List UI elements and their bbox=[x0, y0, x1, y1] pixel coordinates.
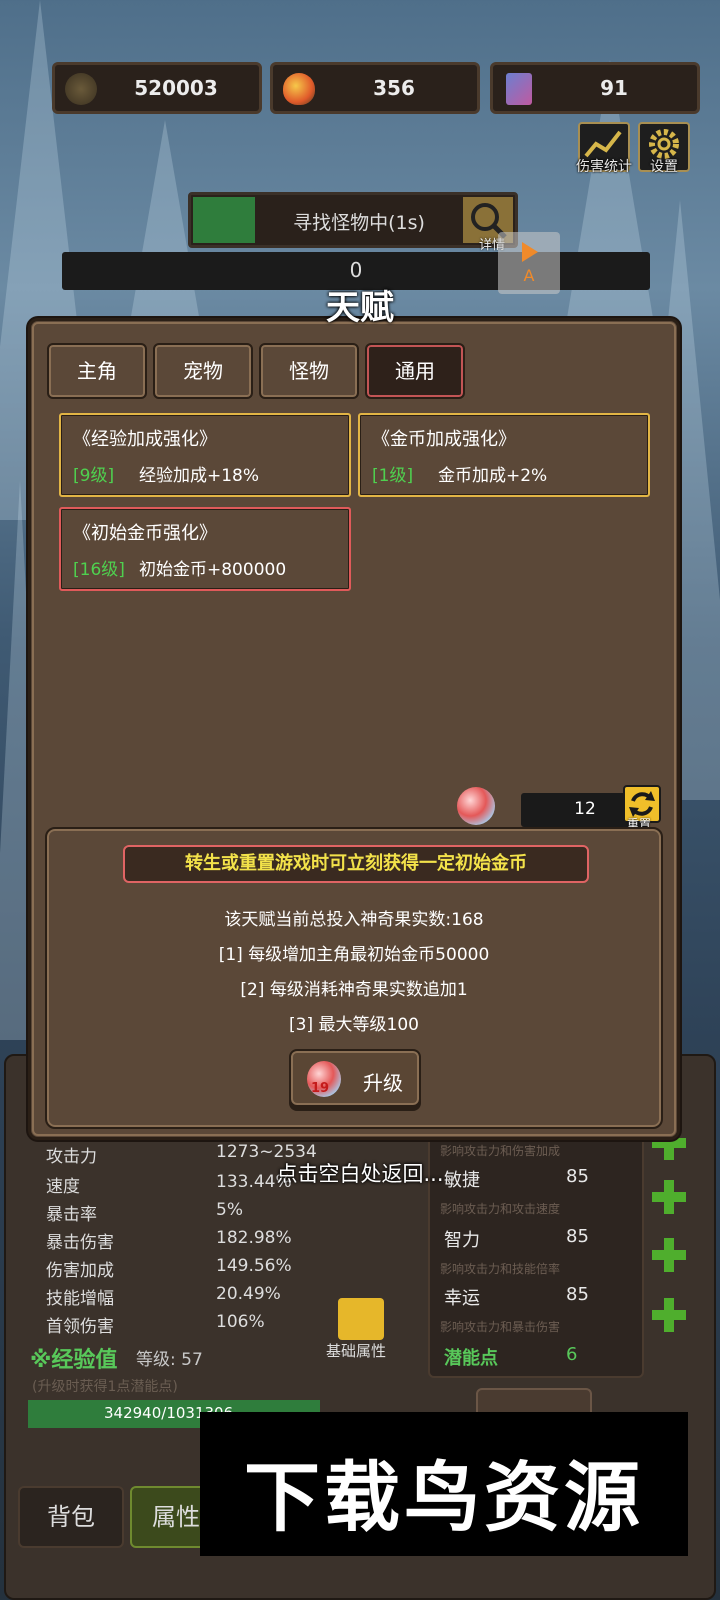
add-point-button[interactable] bbox=[652, 1298, 686, 1332]
talent-level: [16级] bbox=[73, 560, 125, 580]
hp-value: 0 bbox=[349, 258, 363, 282]
stat-value: 20.49% bbox=[216, 1284, 281, 1304]
attribute-desc: 影响攻击力和暴击伤害 bbox=[440, 1320, 561, 1334]
stat-value: 5% bbox=[216, 1200, 243, 1220]
detail-line: 该天赋当前总投入神奇果实数:168 bbox=[224, 910, 484, 930]
detail-line: [3] 最大等级100 bbox=[289, 1015, 419, 1035]
tab-monster[interactable]: 怪物 bbox=[259, 343, 359, 399]
stat-label: 技能增幅 bbox=[46, 1289, 114, 1309]
upgrade-cost: 19 bbox=[311, 1081, 330, 1096]
card-value: 91 bbox=[600, 76, 628, 100]
talent-card-exp[interactable]: 《经验加成强化》 [9级] 经验加成+18% bbox=[59, 413, 351, 497]
talent-name: 《初始金币强化》 bbox=[73, 523, 217, 544]
exp-title: ※经验值 bbox=[30, 1348, 118, 1373]
swap-label: 基础属性 bbox=[326, 1342, 387, 1360]
tab-hero[interactable]: 主角 bbox=[47, 343, 147, 399]
egg-icon bbox=[283, 73, 315, 105]
attribute-desc: 影响攻击力和攻击速度 bbox=[440, 1202, 561, 1216]
talent-card-gold[interactable]: 《金币加成强化》 [1级] 金币加成+2% bbox=[358, 413, 650, 497]
talent-effect: 经验加成+18% bbox=[139, 466, 260, 486]
talent-card-initial-gold[interactable]: 《初始金币强化》 [16级] 初始金币+800000 bbox=[59, 507, 351, 591]
upgrade-button[interactable]: 19 升级 bbox=[289, 1049, 421, 1107]
stat-value: 149.56% bbox=[216, 1256, 292, 1276]
bag-button[interactable]: 背包 bbox=[18, 1486, 124, 1548]
attribute-tab-button[interactable]: 属性 bbox=[130, 1486, 206, 1548]
detail-line: [1] 每级增加主角最初始金币50000 bbox=[218, 945, 490, 965]
card-counter: 91 bbox=[490, 62, 700, 114]
attribute-value: 85 bbox=[566, 1226, 589, 1247]
talent-description-banner: 转生或重置游戏时可立刻获得一定初始金币 bbox=[123, 845, 589, 883]
talent-effect: 初始金币+800000 bbox=[139, 560, 287, 580]
tab-general[interactable]: 通用 bbox=[365, 343, 465, 399]
stat-label: 首领伤害 bbox=[46, 1317, 114, 1337]
talent-detail-box: 转生或重置游戏时可立刻获得一定初始金币 该天赋当前总投入神奇果实数:168 [1… bbox=[45, 827, 663, 1129]
exp-level: 等级: 57 bbox=[136, 1350, 203, 1370]
search-progress bbox=[193, 197, 255, 243]
search-status: 寻找怪物中(1s) bbox=[293, 212, 425, 234]
watermark-text: 下载鸟资源 bbox=[244, 1453, 644, 1542]
watermark-logo: 下载鸟资源 bbox=[200, 1412, 688, 1556]
exp-hint: (升级时获得1点潜能点) bbox=[32, 1379, 178, 1395]
gold-counter: 520003 bbox=[52, 62, 262, 114]
attribute-name: 幸运 bbox=[444, 1288, 480, 1309]
talent-level: [9级] bbox=[73, 466, 115, 486]
attribute-desc: 影响攻击力和伤害加成 bbox=[440, 1144, 561, 1158]
stat-label: 暴击伤害 bbox=[46, 1233, 114, 1253]
detail-line: [2] 每级消耗神奇果实数追加1 bbox=[240, 980, 468, 1000]
stat-value: 106% bbox=[216, 1312, 265, 1332]
talent-name: 《金币加成强化》 bbox=[372, 429, 516, 450]
stat-label: 伤害加成 bbox=[46, 1261, 114, 1281]
talent-effect: 金币加成+2% bbox=[438, 466, 548, 486]
potential-value: 6 bbox=[566, 1344, 578, 1365]
gold-coin-icon bbox=[65, 73, 97, 105]
talent-panel: 主角 宠物 怪物 通用 《经验加成强化》 [9级] 经验加成+18% 《金币加成… bbox=[28, 318, 680, 1140]
talent-name: 《经验加成强化》 bbox=[73, 429, 217, 450]
monster-search-bar[interactable]: 寻找怪物中(1s) 详情 bbox=[188, 192, 518, 253]
stat-value: 182.98% bbox=[216, 1228, 292, 1248]
talent-level: [1级] bbox=[372, 466, 414, 486]
damage-stats-button[interactable]: 伤害统计 bbox=[576, 122, 632, 175]
attribute-value: 85 bbox=[566, 1284, 589, 1305]
upgrade-label: 升级 bbox=[363, 1071, 403, 1095]
settings-label: 设置 bbox=[650, 159, 678, 175]
card-icon bbox=[506, 73, 532, 105]
egg-counter: 356 bbox=[270, 62, 480, 114]
close-hint[interactable]: 点击空白处返回... bbox=[0, 1158, 720, 1188]
tab-pet[interactable]: 宠物 bbox=[153, 343, 253, 399]
modal-title: 天赋 bbox=[326, 288, 394, 328]
attribute-name: 智力 bbox=[444, 1230, 480, 1251]
attribute-desc: 影响攻击力和技能倍率 bbox=[440, 1262, 561, 1276]
play-icon bbox=[522, 242, 538, 262]
settings-button[interactable]: 设置 bbox=[638, 122, 690, 175]
swap-attribute-button[interactable] bbox=[338, 1298, 384, 1340]
add-point-button[interactable] bbox=[652, 1238, 686, 1272]
gold-value: 520003 bbox=[134, 76, 218, 100]
stat-label: 暴击率 bbox=[46, 1205, 97, 1225]
magic-fruit-icon bbox=[457, 787, 495, 825]
egg-value: 356 bbox=[373, 76, 415, 100]
potential-label: 潜能点 bbox=[444, 1348, 498, 1369]
